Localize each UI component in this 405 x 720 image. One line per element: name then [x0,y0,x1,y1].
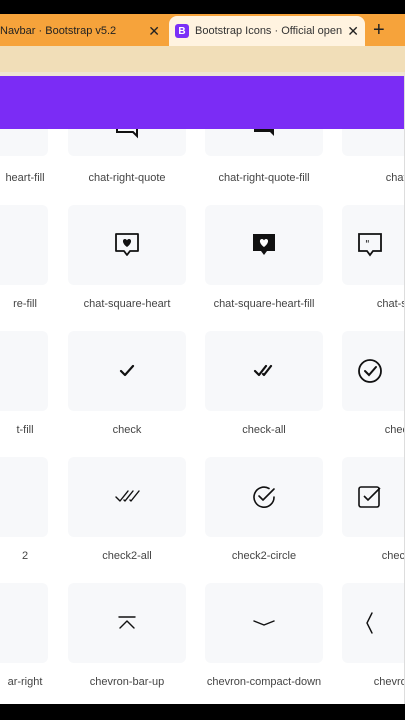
icon-tile[interactable] [205,457,323,537]
icon-label: chat-right-quote-fill [218,172,310,184]
icon-tile[interactable] [68,205,186,285]
check-circle-icon [358,359,382,383]
icon-label: chevron-bar-up [89,676,165,688]
icon-tile[interactable] [342,331,404,411]
icon-tile[interactable] [0,583,48,663]
icon-label: check-all [242,424,286,436]
address-bar[interactable] [0,46,405,72]
icon-label: chat-ri [385,172,404,184]
icon-tile[interactable] [0,205,48,285]
icon-label: chevron-compact-down [206,676,322,688]
bootstrap-favicon-icon: B [175,24,189,38]
icon-label: chat-squa [376,298,404,310]
icon-label: check2-all [102,550,152,562]
tab-bootstrap-icons[interactable]: B Bootstrap Icons · Official open so ✕ [169,16,365,46]
chat-square-heart-fill-icon [253,234,275,255]
chevron-compact-down-icon [253,620,275,626]
browser-tab-bar: Navbar · Bootstrap v5.2 ✕ B Bootstrap Ic… [0,14,405,46]
svg-text:": " [365,239,370,250]
icon-tile[interactable] [68,457,186,537]
icon-label: chat-square-heart [83,298,171,310]
icon-tile[interactable] [0,457,48,537]
check2-square-icon [358,486,381,508]
bottom-black-bar [0,704,405,720]
icon-tile[interactable] [205,331,323,411]
icon-tile[interactable] [205,583,323,663]
icon-label: check2- [381,550,404,562]
icon-label: check- [384,424,404,436]
chat-square-heart-icon [115,233,139,256]
icon-label: chat-square-heart-fill [213,298,315,310]
chevron-bar-up-icon [118,616,136,629]
page-content: heart-fill chat-right-quote chat-right-q… [0,76,404,704]
icon-tile[interactable] [68,583,186,663]
icon-tile[interactable] [205,205,323,285]
icon-label: check2-circle [231,550,297,562]
check-icon [119,364,135,377]
tab-navbar-bootstrap[interactable]: Navbar · Bootstrap v5.2 ✕ [0,16,166,46]
icon-label: check [112,424,142,436]
icon-tile[interactable] [0,331,48,411]
tab-title: Bootstrap Icons · Official open so [195,25,343,37]
icon-tile[interactable]: " [342,205,404,285]
new-tab-button[interactable]: + [373,20,385,40]
check2-all-icon [115,490,140,502]
icon-label: chat-right-quote [88,172,166,184]
icon-label: chevron-co [373,676,404,688]
icon-tile[interactable] [342,583,404,663]
check-all-icon [253,364,273,377]
icon-tile[interactable] [68,331,186,411]
chat-square-quote-icon: " [358,233,382,257]
tab-title: Navbar · Bootstrap v5.2 [0,25,117,37]
chevron-compact-left-icon [366,612,373,634]
close-icon[interactable]: ✕ [148,22,160,40]
check2-circle-icon [253,486,275,508]
icon-tile[interactable] [342,457,404,537]
site-navbar [0,76,404,129]
close-icon[interactable]: ✕ [347,22,359,40]
